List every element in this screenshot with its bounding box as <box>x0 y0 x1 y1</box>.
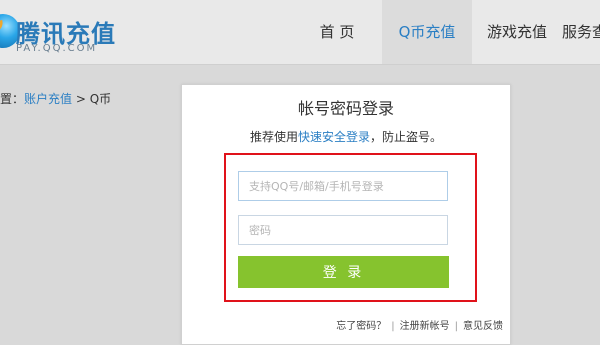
login-footer-links: 忘了密码？ | 注册新帐号 | 意见反馈 <box>336 317 503 332</box>
breadcrumb-link-account-recharge[interactable]: 账户充值 <box>24 92 72 106</box>
site-header: 腾讯充值 PAY.QQ.COM 首 页 Q币充值 游戏充值 服务查 <box>0 0 600 65</box>
breadcrumb-prefix: 置： <box>0 92 25 106</box>
breadcrumb-current: Q币 <box>89 92 112 106</box>
login-button[interactable]: 登 录 <box>238 256 449 288</box>
breadcrumb-separator: > <box>72 92 90 106</box>
username-input[interactable] <box>238 171 448 201</box>
breadcrumb: 置：账户充值 > Q币 <box>0 90 111 107</box>
logo-subtitle: PAY.QQ.COM <box>16 43 98 54</box>
link-separator: | <box>391 321 395 332</box>
link-separator: | <box>454 321 458 332</box>
nav-qcoin-recharge[interactable]: Q币充值 <box>382 0 472 64</box>
nav-service[interactable]: 服务查 <box>562 0 600 64</box>
feedback-link[interactable]: 意见反馈 <box>463 321 503 332</box>
password-input[interactable] <box>238 215 448 245</box>
forgot-password-link[interactable]: 忘了密码？ <box>336 321 386 332</box>
nav-home[interactable]: 首 页 <box>292 0 382 64</box>
tip-text-after: ，防止盗号。 <box>370 130 443 144</box>
nav-game-recharge[interactable]: 游戏充值 <box>472 0 562 64</box>
login-title: 帐号密码登录 <box>297 99 394 118</box>
login-tip: 推荐使用快速安全登录，防止盗号。 <box>182 128 510 145</box>
register-link[interactable]: 注册新帐号 <box>400 321 450 332</box>
quick-secure-login-link[interactable]: 快速安全登录 <box>298 130 370 144</box>
logo-leaf-icon <box>0 19 6 34</box>
tip-text-before: 推荐使用 <box>249 130 298 144</box>
